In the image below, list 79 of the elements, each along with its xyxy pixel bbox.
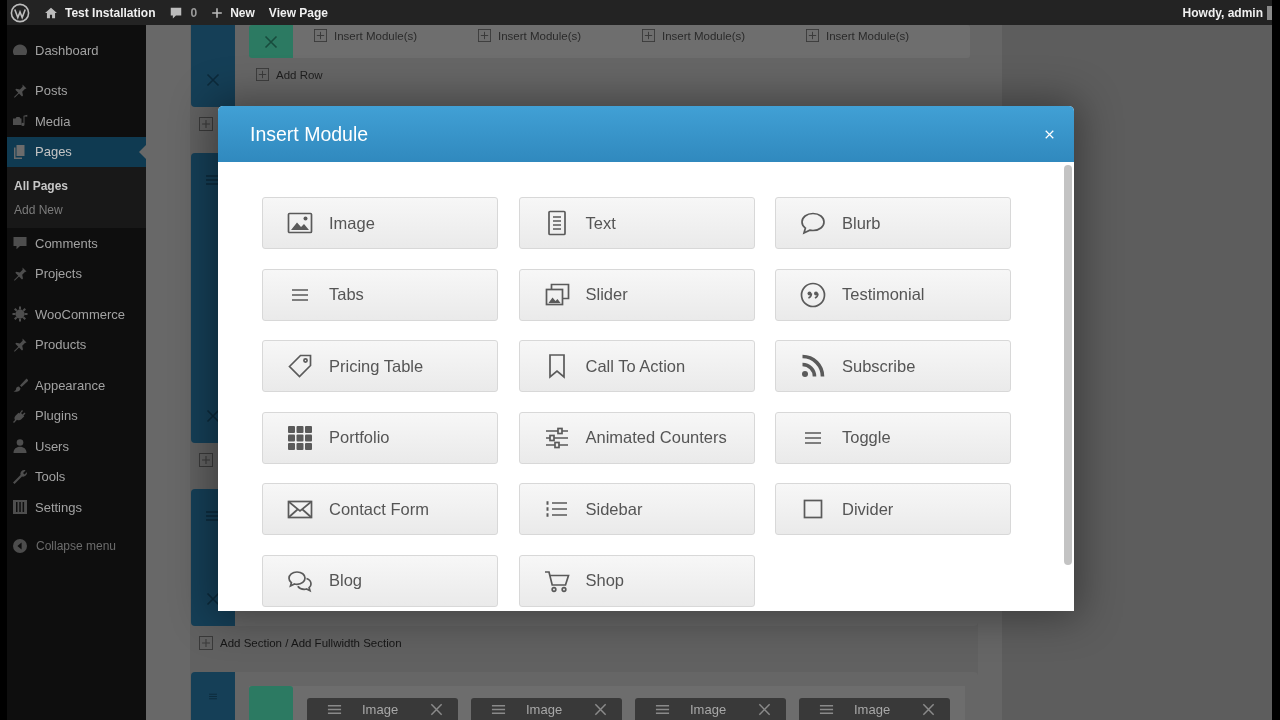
- sidebar-item[interactable]: Settings: [7, 492, 146, 523]
- sidebar-item[interactable]: Appearance: [7, 370, 146, 401]
- plus-box-icon: [256, 68, 269, 81]
- module-button[interactable]: Blog: [262, 554, 498, 607]
- brush-icon: [12, 377, 28, 394]
- plus-box-icon: [642, 29, 655, 42]
- sidebar-item[interactable]: Pages: [7, 136, 146, 167]
- tag-icon: [286, 352, 314, 380]
- plus-icon: [211, 6, 224, 19]
- plus-box-icon[interactable]: [199, 453, 213, 467]
- grid-icon: [286, 423, 314, 452]
- module-button[interactable]: Sidebar: [518, 483, 755, 535]
- sidebar-item[interactable]: Projects: [7, 258, 146, 289]
- quote-icon: [799, 280, 827, 309]
- sidebar-item[interactable]: Plugins: [7, 400, 146, 431]
- sidebar-item[interactable]: Dashboard: [7, 35, 146, 66]
- comments-link[interactable]: 0: [169, 5, 198, 20]
- scrollbar-thumb[interactable]: [1064, 165, 1072, 565]
- plus-box-icon: [314, 29, 327, 42]
- sidebar-item[interactable]: Products: [7, 329, 146, 360]
- plus-box-icon[interactable]: [199, 117, 213, 131]
- module-button[interactable]: Slider: [518, 268, 755, 321]
- module-block[interactable]: Image: [307, 698, 458, 720]
- module-button[interactable]: Call To Action: [518, 340, 755, 392]
- account-link[interactable]: Howdy, admin: [1182, 5, 1272, 20]
- pin-icon: [12, 336, 28, 353]
- view-page-link[interactable]: View Page: [268, 5, 328, 20]
- module-block[interactable]: Image: [635, 698, 786, 720]
- module-button[interactable]: Contact Form: [262, 483, 498, 535]
- sidebar-item[interactable]: Comments: [7, 228, 146, 259]
- module-button[interactable]: Testimonial: [775, 268, 1011, 321]
- plus-box-icon: [199, 636, 213, 650]
- row-handle[interactable]: [249, 25, 293, 58]
- home-icon: [44, 5, 58, 20]
- module-button[interactable]: Blurb: [775, 197, 1011, 249]
- module-button[interactable]: Image: [262, 197, 498, 249]
- submenu-item[interactable]: All Pages: [7, 174, 146, 198]
- sidebar-item[interactable]: Users: [7, 431, 146, 462]
- sidebar-item[interactable]: WooCommerce: [7, 299, 146, 330]
- module-button[interactable]: Portfolio: [262, 411, 498, 464]
- module-block[interactable]: Image: [471, 698, 622, 720]
- sidebar-item[interactable]: Tools: [7, 461, 146, 492]
- sidebar-item[interactable]: Posts: [7, 75, 146, 106]
- section-handle[interactable]: [191, 25, 235, 107]
- module-button[interactable]: Pricing Table: [262, 340, 498, 392]
- avatar-placeholder: [1267, 5, 1272, 20]
- module-button[interactable]: Toggle: [775, 411, 1011, 464]
- module-button[interactable]: Subscribe: [775, 340, 1011, 392]
- sidebar-item[interactable]: Media: [7, 106, 146, 137]
- modal-title: Insert Module: [250, 122, 369, 146]
- rss-icon: [799, 352, 827, 380]
- submenu-item[interactable]: Add New: [7, 198, 146, 222]
- module-button[interactable]: Shop: [518, 554, 755, 607]
- close-icon[interactable]: [205, 408, 221, 424]
- collapse-menu-button[interactable]: Collapse menu: [7, 531, 146, 561]
- speech-bubble-icon: [169, 5, 184, 20]
- user-icon: [12, 438, 28, 455]
- plus-box-icon: [478, 29, 491, 42]
- site-name-link[interactable]: Test Installation: [44, 5, 156, 20]
- row-handle[interactable]: [249, 686, 293, 720]
- logo-icon[interactable]: [10, 2, 30, 23]
- new-content-link[interactable]: New: [211, 5, 255, 20]
- module-button[interactable]: Animated Counters: [518, 411, 755, 464]
- plus-box-icon: [806, 29, 819, 42]
- module-button[interactable]: Divider: [775, 483, 1011, 535]
- section-handle[interactable]: [191, 672, 235, 720]
- plug-icon: [12, 407, 28, 424]
- wrench-icon: [12, 468, 28, 485]
- gear-icon: [12, 306, 28, 323]
- pin-icon: [12, 265, 28, 282]
- module-button[interactable]: Text: [518, 197, 755, 249]
- document-icon: [12, 143, 28, 160]
- module-button[interactable]: Tabs: [262, 268, 498, 321]
- close-icon[interactable]: [205, 591, 221, 607]
- menu-icon[interactable]: [205, 172, 221, 188]
- settings-icon: [12, 499, 28, 516]
- module-block[interactable]: Image: [799, 698, 950, 720]
- menu-icon[interactable]: [205, 508, 221, 524]
- pin-icon: [12, 82, 28, 99]
